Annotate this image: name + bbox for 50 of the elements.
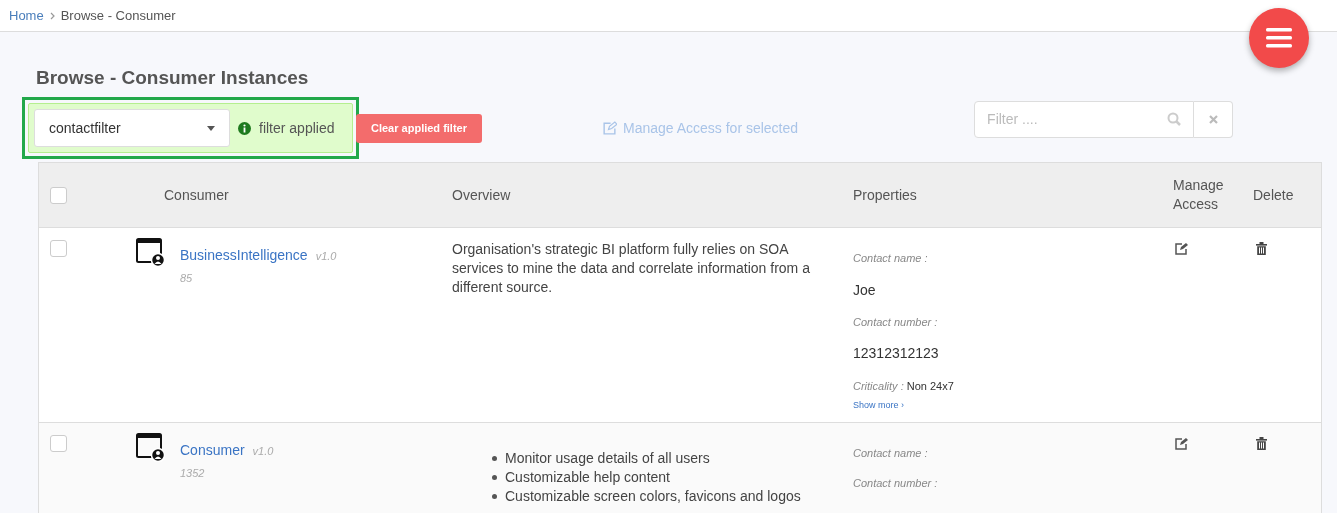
- breadcrumb-current: Browse - Consumer: [60, 6, 176, 25]
- column-header: Consumer: [163, 185, 230, 205]
- trash-icon[interactable]: [1256, 242, 1267, 255]
- window-user-icon: [136, 433, 165, 462]
- column-header: Properties: [853, 185, 918, 205]
- property-label: Contact number :: [853, 475, 939, 491]
- filter-status: filter applied: [259, 118, 335, 138]
- edit-icon[interactable]: [1174, 242, 1188, 255]
- overview-text: Organisation's strategic BI platform fully relies on SOA services to mine the data and correlate information from a different source.: [452, 240, 811, 297]
- row-checkbox[interactable]: [50, 240, 67, 257]
- clear-filter-button[interactable]: Clear applied filter: [356, 113, 482, 143]
- overview-item: Monitor usage details of all users: [505, 449, 710, 468]
- page-title: Browse - Consumer Instances: [36, 66, 310, 90]
- property-value: Non 24x7: [906, 379, 954, 394]
- menu-button[interactable]: [1249, 8, 1309, 68]
- property-label: Contact name :: [853, 251, 929, 266]
- version-label: v1.0: [315, 249, 337, 264]
- filter-select[interactable]: contactfilter: [34, 109, 230, 147]
- consumer-link[interactable]: Consumer: [180, 440, 245, 461]
- count-label: 85: [180, 271, 194, 286]
- consumer-link[interactable]: BusinessIntelligence: [180, 245, 308, 266]
- column-header: Manage Access: [1173, 176, 1225, 214]
- caret-icon: [207, 125, 215, 131]
- overview-item: Customizable screen colors, favicons and logos: [505, 487, 801, 506]
- column-header: Overview: [452, 185, 512, 205]
- property-value: Joe: [853, 280, 877, 300]
- row-checkbox[interactable]: [50, 435, 67, 452]
- search-icon: [1167, 112, 1182, 126]
- column-header: Delete: [1253, 185, 1295, 205]
- overview-item: Customizable help content: [505, 468, 670, 487]
- close-icon: [1208, 114, 1218, 124]
- edit-icon[interactable]: [1174, 437, 1188, 450]
- property-label: Contact name :: [853, 446, 929, 461]
- version-label: v1.0: [252, 444, 274, 459]
- row-checkbox[interactable]: [50, 186, 67, 204]
- property-value: 12312312123: [853, 344, 940, 363]
- bullet-icon: [492, 494, 497, 499]
- show-more-link[interactable]: Show more ›: [853, 398, 1173, 412]
- property-label: Contact number :: [853, 314, 939, 330]
- edit-icon: [602, 121, 617, 135]
- window-user-icon: [136, 238, 165, 267]
- bullet-icon: [492, 475, 497, 480]
- menu-icon: [1266, 28, 1292, 48]
- bullet-icon: [492, 456, 497, 461]
- chevron-icon: [49, 11, 55, 20]
- breadcrumb-link[interactable]: Home: [9, 5, 44, 26]
- trash-icon[interactable]: [1256, 437, 1267, 450]
- info-icon: [238, 121, 251, 135]
- count-label: 1352: [180, 466, 206, 481]
- property-label: Criticality :: [853, 379, 904, 394]
